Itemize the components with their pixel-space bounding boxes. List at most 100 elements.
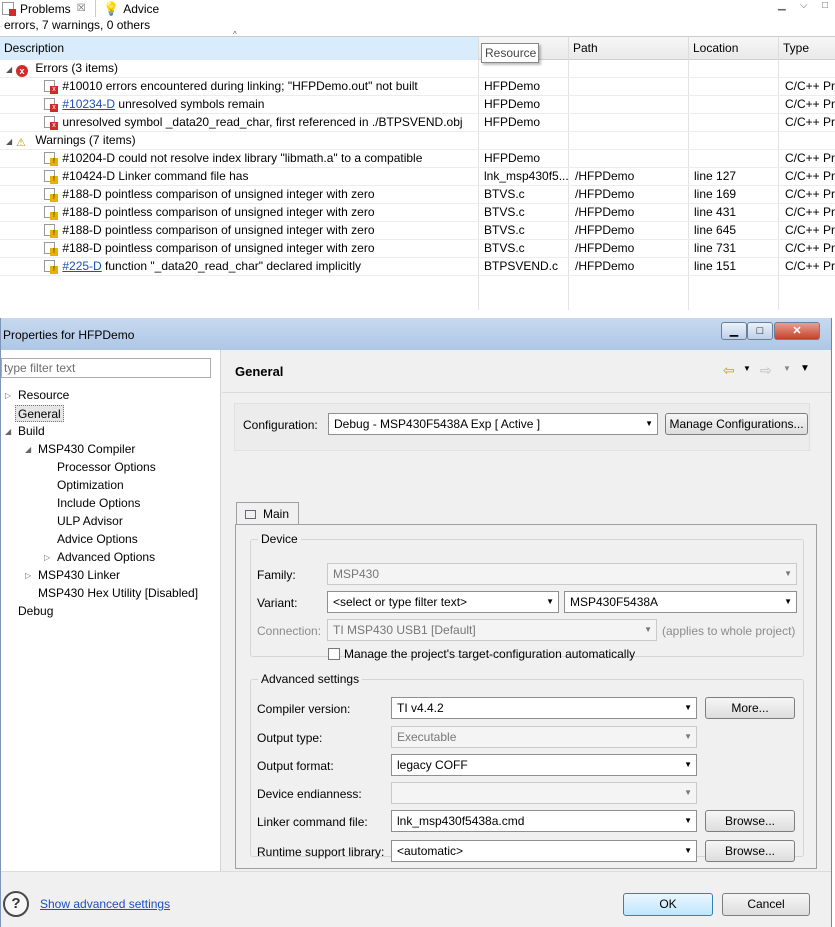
more-button[interactable]: More... <box>705 697 795 719</box>
browse-runtime-button[interactable]: Browse... <box>705 840 795 862</box>
close-button[interactable]: ✕ <box>774 322 820 340</box>
runtime-library-select[interactable]: <automatic> ▼ <box>391 840 697 862</box>
manage-configurations-button[interactable]: Manage Configurations... <box>665 413 808 435</box>
tab-main[interactable]: Main <box>236 502 299 525</box>
nav-item-advanced-options[interactable]: Advanced Options <box>57 549 155 566</box>
linker-command-label: Linker command file: <box>257 815 368 829</box>
browse-linker-button[interactable]: Browse... <box>705 810 795 832</box>
dialog-titlebar[interactable]: Properties for HFPDemo ▁ □ ✕ <box>1 318 831 350</box>
nav-item-msp430-compiler[interactable]: MSP430 Compiler <box>38 441 135 458</box>
expand-arrow-icon[interactable]: ◢ <box>6 61 16 77</box>
type-cell <box>785 60 835 77</box>
maximize-button[interactable]: □ <box>747 322 773 340</box>
output-type-select[interactable]: Executable ▼ <box>391 726 697 748</box>
minimize-view-icon[interactable]: ▁ <box>778 0 786 11</box>
show-advanced-settings-link[interactable]: Show advanced settings <box>40 897 170 911</box>
description-cell: #188-D pointless comparison of unsigned … <box>0 240 478 257</box>
nav-item-msp430-linker[interactable]: MSP430 Linker <box>38 567 120 584</box>
description-text: #10204-D could not resolve index library… <box>62 151 423 165</box>
nav-item-optimization[interactable]: Optimization <box>57 477 124 494</box>
nav-item-debug[interactable]: Debug <box>18 603 53 620</box>
table-row[interactable]: #188-D pointless comparison of unsigned … <box>0 222 835 240</box>
configuration-select[interactable]: Debug - MSP430F5438A Exp [ Active ] ▼ <box>328 413 658 435</box>
variant-filter-input[interactable]: <select or type filter text> ▼ <box>327 591 559 613</box>
nav-item-ulp-advisor[interactable]: ULP Advisor <box>57 513 123 530</box>
table-row[interactable]: #10424-D Linker command file has lnk_msp4… <box>0 168 835 186</box>
file-warning-icon <box>44 260 58 274</box>
table-row[interactable]: #188-D pointless comparison of unsigned … <box>0 240 835 258</box>
nav-item-advice-options[interactable]: Advice Options <box>57 531 138 548</box>
nav-item-msp430-hex-utility-disabled[interactable]: MSP430 Hex Utility [Disabled] <box>38 585 198 602</box>
path-cell <box>575 114 687 131</box>
expand-arrow-icon[interactable]: ▷ <box>44 553 50 562</box>
cancel-button[interactable]: Cancel <box>722 893 810 916</box>
table-row[interactable]: #225-D function "_data20_read_char" decl… <box>0 258 835 276</box>
forward-dropdown-icon[interactable]: ▼ <box>783 364 791 373</box>
output-type-value: Executable <box>397 730 457 744</box>
nav-item-include-options[interactable]: Include Options <box>57 495 140 512</box>
output-format-select[interactable]: legacy COFF ▼ <box>391 754 697 776</box>
column-type[interactable]: Type <box>779 37 835 60</box>
advanced-group-title: Advanced settings <box>258 672 363 686</box>
compiler-version-select[interactable]: TI v4.4.2 ▼ <box>391 697 697 719</box>
nav-item-resource[interactable]: Resource <box>18 387 69 404</box>
table-row[interactable]: #188-D pointless comparison of unsigned … <box>0 204 835 222</box>
problem-id-link[interactable]: #10234-D <box>62 97 115 111</box>
close-icon[interactable]: ☒ <box>77 3 86 14</box>
file-warning-icon <box>44 206 58 220</box>
filter-input[interactable]: type filter text <box>1 358 211 378</box>
table-row[interactable]: ◢ ⚠ Warnings (7 items) <box>0 132 835 150</box>
variant-filter-value: <select or type filter text> <box>333 595 468 609</box>
table-row[interactable]: ◢ x Errors (3 items) <box>0 60 835 78</box>
family-select[interactable]: MSP430 ▼ <box>327 563 797 585</box>
back-dropdown-icon[interactable]: ▼ <box>743 364 751 373</box>
back-arrow-icon[interactable]: ⇦ <box>723 362 735 379</box>
location-cell <box>694 132 778 149</box>
problem-id-link[interactable]: #225-D <box>62 259 101 273</box>
column-location[interactable]: Location <box>689 37 779 60</box>
expand-arrow-icon[interactable]: ▷ <box>25 571 31 580</box>
output-type-label: Output type: <box>257 731 323 745</box>
sort-ascending-icon: ^ <box>233 30 237 39</box>
table-row[interactable]: unresolved symbol _data20_read_char, fir… <box>0 114 835 132</box>
description-cell: #188-D pointless comparison of unsigned … <box>0 186 478 203</box>
collapse-arrow-icon[interactable]: ◢ <box>5 427 11 436</box>
tab-advice[interactable]: 💡 Advice <box>103 0 173 17</box>
table-row[interactable]: #188-D pointless comparison of unsigned … <box>0 186 835 204</box>
view-menu-icon[interactable]: ▼ <box>800 363 810 374</box>
ok-button[interactable]: OK <box>623 893 713 916</box>
nav-item-general[interactable]: General <box>15 405 64 422</box>
column-description[interactable]: Description <box>0 37 479 60</box>
description-cell: #188-D pointless comparison of unsigned … <box>0 204 478 221</box>
table-row[interactable]: #10204-D could not resolve index library… <box>0 150 835 168</box>
maximize-view-icon[interactable]: □ <box>822 0 828 11</box>
description-cell: #188-D pointless comparison of unsigned … <box>0 222 478 239</box>
lightbulb-icon: 💡 <box>103 0 120 16</box>
view-menu-icon[interactable]: ⌵ <box>800 0 808 11</box>
description-text: unresolved symbols remain <box>115 97 265 111</box>
description-text: unresolved symbol _data20_read_char, fir… <box>62 115 463 129</box>
manage-target-checkbox[interactable] <box>328 648 340 660</box>
forward-arrow-icon[interactable]: ⇨ <box>760 362 772 379</box>
table-row[interactable]: #10234-D unresolved symbols remain HFPDem… <box>0 96 835 114</box>
help-icon[interactable]: ? <box>3 891 29 917</box>
nav-item-build[interactable]: Build <box>18 423 45 440</box>
view-tab-bar: Problems ☒ 💡 Advice ▁ ⌵ □ <box>0 0 835 17</box>
column-path[interactable]: Path <box>569 37 689 60</box>
description-cell: #10424-D Linker command file has <box>0 168 478 185</box>
nav-item-processor-options[interactable]: Processor Options <box>57 459 156 476</box>
variant-select[interactable]: MSP430F5438A ▼ <box>564 591 797 613</box>
collapse-arrow-icon[interactable]: ◢ <box>25 445 31 454</box>
expand-arrow-icon[interactable]: ▷ <box>5 391 11 400</box>
endianness-select[interactable]: ▼ <box>391 782 697 804</box>
chevron-down-icon: ▼ <box>645 419 653 428</box>
linker-command-select[interactable]: lnk_msp430f5438a.cmd ▼ <box>391 810 697 832</box>
minimize-button[interactable]: ▁ <box>721 322 747 340</box>
tab-problems[interactable]: Problems ☒ <box>0 0 96 17</box>
description-text: #10424-D Linker command file has <box>62 169 249 183</box>
connection-select[interactable]: TI MSP430 USB1 [Default] ▼ <box>327 619 657 641</box>
path-cell <box>575 60 687 77</box>
table-row[interactable]: #10010 errors encountered during linking… <box>0 78 835 96</box>
chevron-down-icon: ▼ <box>684 846 692 855</box>
expand-arrow-icon[interactable]: ◢ <box>6 133 16 149</box>
